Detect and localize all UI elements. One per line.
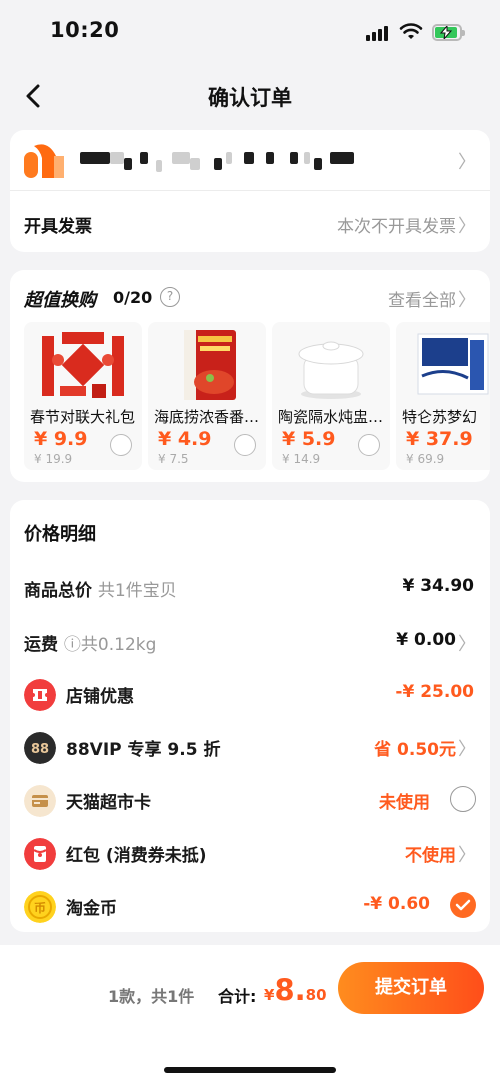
- help-icon[interactable]: ?: [160, 287, 180, 307]
- total-amount: ¥8.80: [264, 973, 327, 1007]
- deal-product-price: ¥ 5.9: [282, 428, 336, 450]
- submit-order-button[interactable]: 提交订单: [338, 962, 484, 1014]
- deal-product-price: ¥ 9.9: [34, 428, 88, 450]
- invoice-value[interactable]: 本次不开具发票: [337, 212, 456, 237]
- taojinbi-row[interactable]: 币 淘金币 -¥ 0.60: [10, 891, 490, 923]
- shipping-chevron-icon[interactable]: 〉: [458, 630, 476, 656]
- 88vip-icon: 88: [24, 732, 56, 764]
- deal-product-name: 春节对联大礼包: [30, 408, 136, 426]
- shop-discount-row: 店铺优惠 -¥ 25.00: [10, 679, 490, 711]
- goods-total-label: 商品总价: [24, 581, 92, 601]
- price-details-heading: 价格明细: [24, 524, 96, 545]
- deal-product-original-price: ¥ 19.9: [34, 452, 73, 466]
- vip-chevron-icon[interactable]: 〉: [458, 735, 476, 761]
- wifi-icon: [399, 23, 423, 39]
- total-decimal: 80: [305, 986, 327, 1004]
- deal-product-price: ¥ 37.9: [406, 428, 473, 450]
- goods-total-row: 商品总价 共1件宝贝 ¥ 34.90: [10, 574, 490, 604]
- invoice-chevron-icon[interactable]: 〉: [458, 212, 476, 238]
- coupon-icon: [24, 679, 56, 711]
- deals-card: 超值换购 0/20 ? 查看全部 〉 春节对联大礼包 ¥ 9.9 ¥ 19.9: [10, 270, 490, 482]
- red-packet-label: 红包 (消费券未抵): [66, 846, 207, 866]
- taojinbi-value: -¥ 0.60: [363, 894, 430, 914]
- total-currency: ¥: [264, 986, 275, 1004]
- divider: [10, 190, 490, 191]
- ceramic-stew-pot-image: [276, 326, 386, 402]
- cellular-signal-icon: [366, 25, 390, 41]
- home-indicator: [164, 1067, 336, 1073]
- goods-total-value: ¥ 34.90: [402, 576, 474, 596]
- shipping-value: ¥ 0.00: [396, 630, 456, 650]
- deals-count: 0/20: [113, 288, 153, 307]
- shipping-row[interactable]: 运费 ⓘ共0.12kg ¥ 0.00 〉: [10, 628, 490, 658]
- deal-select-radio[interactable]: [234, 434, 256, 456]
- vip-discount-value: 省 0.50元: [374, 740, 456, 760]
- deal-product-name: 特仑苏梦幻: [402, 408, 478, 426]
- address-card: 〉 开具发票 本次不开具发票 〉: [10, 130, 490, 252]
- supermarket-card-value: 未使用: [379, 793, 430, 813]
- red-packet-value: 不使用: [405, 846, 456, 866]
- status-bar: 10:20: [0, 0, 500, 62]
- shop-discount-value: -¥ 25.00: [395, 682, 474, 702]
- taojinbi-label: 淘金币: [66, 899, 117, 919]
- deal-product-price: ¥ 4.9: [158, 428, 212, 450]
- total-integer: 8.: [274, 973, 306, 1007]
- deal-product-name: 海底捞浓香番…: [154, 408, 260, 426]
- page-title: 确认订单: [208, 86, 292, 110]
- deal-product[interactable]: 陶瓷隔水炖盅… ¥ 5.9 ¥ 14.9: [272, 322, 390, 470]
- hotpot-base-image: [152, 326, 262, 402]
- invoice-label: 开具发票: [24, 217, 92, 237]
- red-packet-icon: [24, 838, 56, 870]
- vip-discount-label: 88VIP 专享 9.5 折: [66, 740, 221, 760]
- deals-title: 超值换购: [24, 290, 96, 311]
- address-chevron-icon[interactable]: 〉: [458, 148, 476, 174]
- supermarket-card-radio[interactable]: [450, 786, 476, 812]
- deal-products-list: 春节对联大礼包 ¥ 9.9 ¥ 19.9 海底捞浓香番… ¥ 4.9 ¥ 7.5: [24, 322, 490, 472]
- milk-box-image: [400, 326, 490, 402]
- help-icon[interactable]: ⓘ: [64, 635, 81, 655]
- total-label: 合计:: [218, 987, 257, 1006]
- item-count: 1款，共1件: [108, 987, 195, 1006]
- deal-product-original-price: ¥ 7.5: [158, 452, 189, 466]
- red-packet-chevron-icon[interactable]: 〉: [458, 841, 476, 867]
- deal-product-name: 陶瓷隔水炖盅…: [278, 408, 384, 426]
- shop-discount-label: 店铺优惠: [66, 687, 134, 707]
- status-time: 10:20: [50, 18, 120, 42]
- address-location-icon[interactable]: [24, 142, 64, 178]
- taojinbi-checkbox[interactable]: [450, 892, 476, 918]
- deal-select-radio[interactable]: [358, 434, 380, 456]
- supermarket-card-row[interactable]: 天猫超市卡 未使用: [10, 785, 490, 817]
- view-all-link[interactable]: 查看全部: [388, 286, 456, 311]
- deal-product[interactable]: 海底捞浓香番… ¥ 4.9 ¥ 7.5: [148, 322, 266, 470]
- red-packet-row[interactable]: 红包 (消费券未抵) 不使用 〉: [10, 838, 490, 870]
- deal-product[interactable]: 特仑苏梦幻 ¥ 37.9 ¥ 69.9: [396, 322, 490, 470]
- checkout-footer: 1款，共1件 合计: ¥8.80 提交订单: [0, 945, 500, 1083]
- shipping-label: 运费: [24, 635, 58, 655]
- nav-bar: 确认订单: [0, 62, 500, 130]
- address-redacted[interactable]: [80, 152, 380, 172]
- shipping-weight: 共0.12kg: [80, 635, 157, 655]
- goods-count: 共1件宝贝: [97, 581, 177, 601]
- supermarket-card-label: 天猫超市卡: [66, 793, 151, 813]
- deal-product-original-price: ¥ 14.9: [282, 452, 321, 466]
- deal-product[interactable]: 春节对联大礼包 ¥ 9.9 ¥ 19.9: [24, 322, 142, 470]
- deal-select-radio[interactable]: [110, 434, 132, 456]
- battery-icon: [432, 24, 465, 41]
- gold-coin-icon: 币: [24, 891, 56, 923]
- supermarket-card-icon: [24, 785, 56, 817]
- price-details-card: 价格明细 商品总价 共1件宝贝 ¥ 34.90 运费 ⓘ共0.12kg ¥ 0.…: [10, 500, 490, 932]
- deal-product-original-price: ¥ 69.9: [406, 452, 445, 466]
- svg-text:币: 币: [34, 901, 46, 915]
- view-all-chevron-icon[interactable]: 〉: [458, 286, 476, 312]
- vip-discount-row[interactable]: 88 88VIP 专享 9.5 折 省 0.50元 〉: [10, 732, 490, 764]
- couplet-gift-image: [28, 326, 138, 402]
- svg-text:88: 88: [31, 742, 49, 757]
